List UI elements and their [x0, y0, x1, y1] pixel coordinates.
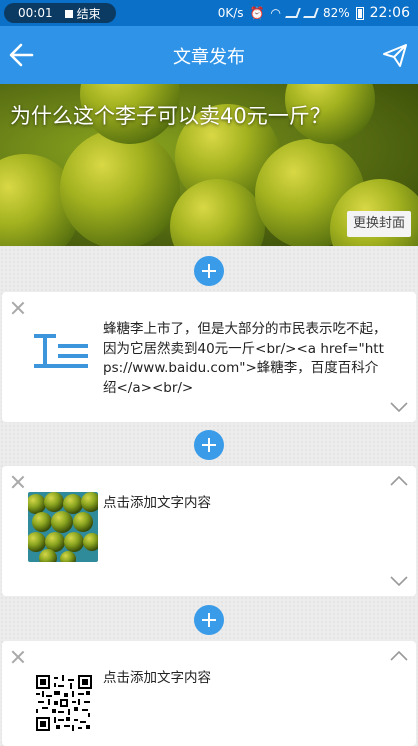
text-block-content[interactable]: 蜂糖李上市了，但是大部分的市民表示吃不起，因为它居然卖到40元一斤<br/><a… [103, 320, 391, 398]
chevron-up-icon[interactable] [390, 476, 408, 486]
battery-icon [355, 6, 364, 20]
image-caption[interactable]: 点击添加文字内容 [103, 669, 391, 689]
chevron-up-icon[interactable] [390, 651, 408, 661]
plum-shape [60, 129, 180, 246]
signal-icon [285, 8, 301, 18]
app-bar: 文章发布 [0, 26, 418, 84]
add-block-button[interactable] [194, 430, 224, 460]
text-block-card[interactable]: 蜂糖李上市了，但是大部分的市民表示吃不起，因为它居然卖到40元一斤<br/><a… [2, 292, 416, 422]
send-icon[interactable] [382, 42, 408, 68]
image-block-card[interactable]: 点击添加文字内容 [2, 641, 416, 746]
image-caption[interactable]: 点击添加文字内容 [103, 494, 391, 514]
image-block-card[interactable]: 点击添加文字内容 [2, 466, 416, 596]
net-speed: 0K/s [217, 6, 244, 20]
signal-icon-2 [303, 8, 319, 18]
cover-title: 为什么这个李子可以卖40元一斤？ [10, 104, 331, 128]
close-icon[interactable] [10, 474, 26, 490]
pill-time: 00:01 [18, 6, 53, 20]
pill-end-label: 结束 [76, 6, 101, 21]
close-icon[interactable] [10, 649, 26, 665]
qr-code-image[interactable] [36, 675, 92, 731]
alarm-icon: ⏰ [249, 6, 265, 20]
text-type-icon [32, 332, 92, 374]
call-pill[interactable]: 00:01 结束 [4, 3, 116, 23]
status-bar: 00:01 结束 0K/s ⏰ ◠ 82% 22:06 [0, 0, 418, 26]
plum-thumbnail[interactable] [28, 492, 98, 562]
clock: 22:06 [369, 5, 410, 21]
wifi-icon: ◠ [270, 6, 281, 20]
add-block-button[interactable] [194, 605, 224, 635]
page-title: 文章发布 [173, 47, 245, 68]
battery-text: 82% [322, 6, 350, 20]
chevron-down-icon[interactable] [390, 576, 408, 586]
chevron-down-icon[interactable] [390, 402, 408, 412]
change-cover-button[interactable]: 更换封面 [346, 211, 411, 237]
close-icon[interactable] [10, 300, 26, 316]
add-block-button[interactable] [194, 256, 224, 286]
stop-icon [64, 10, 73, 18]
